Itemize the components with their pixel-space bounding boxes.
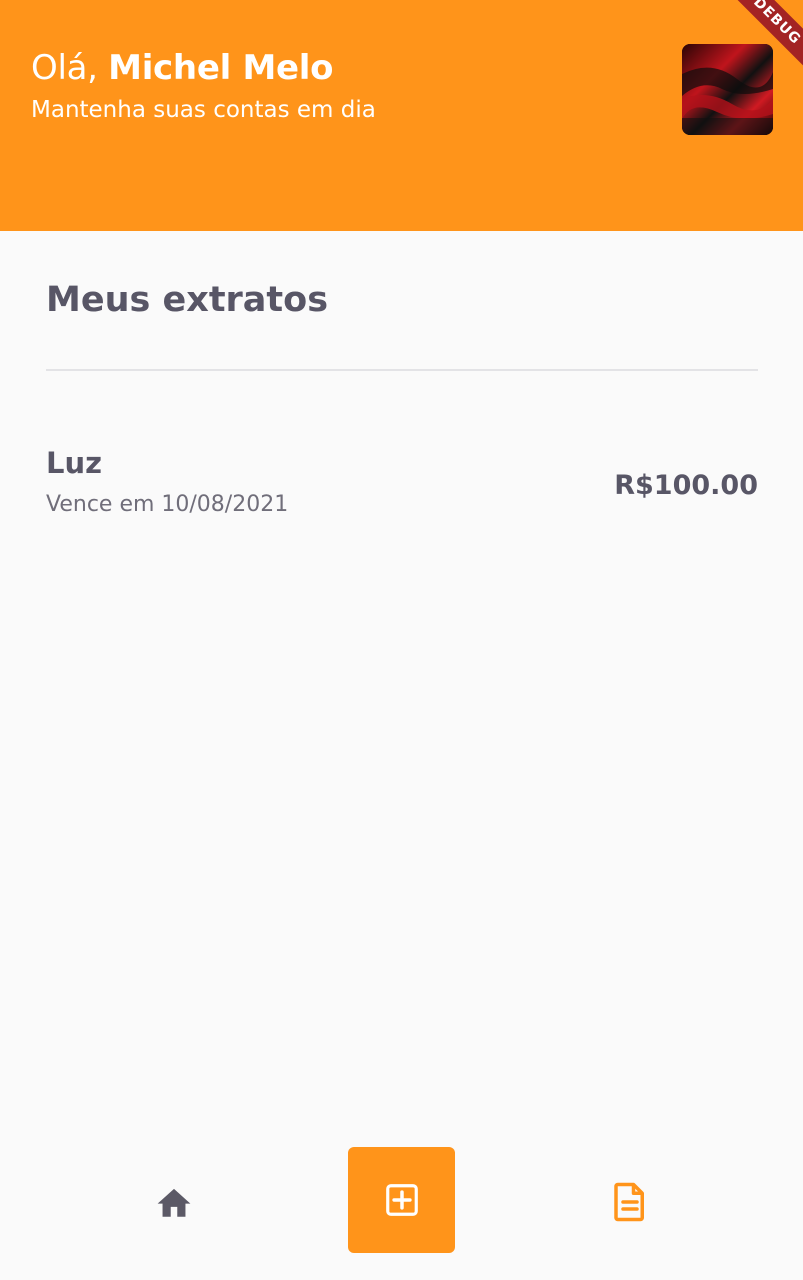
app-header: Olá, Michel Melo Mantenha suas contas em… <box>0 0 803 231</box>
bill-name: Luz <box>46 446 103 480</box>
greeting: Olá, Michel Melo <box>31 48 333 88</box>
bill-value: R$100.00 <box>614 470 758 501</box>
page-title: Meus extratos <box>46 280 329 320</box>
debug-banner-label: DEBUG <box>733 0 803 70</box>
header-subtitle: Mantenha suas contas em dia <box>31 97 376 123</box>
nav-statements-button[interactable] <box>606 1178 654 1226</box>
home-icon <box>157 1188 191 1217</box>
bill-due-date: Vence em 10/08/2021 <box>46 492 289 517</box>
nav-home-button[interactable] <box>150 1180 198 1224</box>
greeting-prefix: Olá, <box>31 48 109 88</box>
bottom-nav <box>0 1130 803 1280</box>
description-icon <box>614 1182 644 1222</box>
debug-banner: DEBUG <box>733 0 803 70</box>
add-box-icon <box>385 1184 418 1216</box>
list-item[interactable]: Luz Vence em 10/08/2021 R$100.00 <box>46 440 758 530</box>
divider <box>46 369 758 371</box>
user-name: Michel Melo <box>108 48 334 88</box>
add-bill-button[interactable] <box>348 1147 455 1253</box>
